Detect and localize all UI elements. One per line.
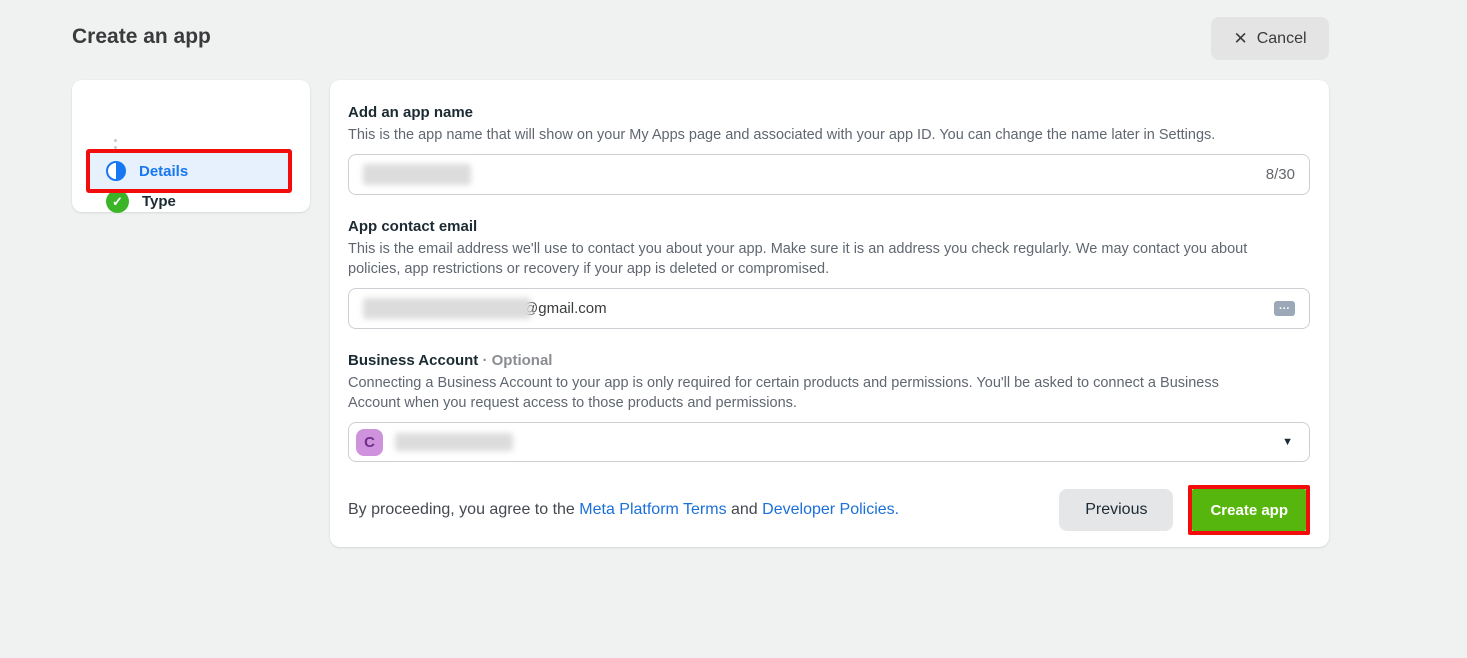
contact-email-description-line2: policies, app restrictions or recovery i…: [348, 259, 1310, 279]
create-app-button[interactable]: Create app: [1192, 489, 1306, 531]
steps-card: ✓ Type Details: [72, 80, 310, 212]
business-avatar: C: [356, 429, 383, 456]
business-account-label-text: Business Account: [348, 352, 478, 369]
redacted-business-name: [395, 433, 513, 451]
business-account-section: Business Account · Optional Connecting a…: [348, 352, 1310, 462]
form-footer: By proceeding, you agree to the Meta Pla…: [348, 485, 1310, 535]
step-details-label: Details: [139, 163, 188, 180]
contact-email-section: App contact email This is the email addr…: [348, 218, 1310, 329]
agreement-prefix: By proceeding, you agree to the: [348, 501, 579, 518]
autofill-extension-icon[interactable]: ···: [1274, 301, 1295, 316]
app-name-description: This is the app name that will show on y…: [348, 125, 1310, 145]
step-connector-dots: [114, 139, 117, 149]
business-account-label: Business Account · Optional: [348, 352, 1310, 369]
meta-platform-terms-link[interactable]: Meta Platform Terms: [579, 501, 726, 518]
agreement-middle: and: [727, 501, 763, 518]
business-account-description-line1: Connecting a Business Account to your ap…: [348, 373, 1310, 393]
char-counter: 8/30: [1266, 166, 1295, 183]
contact-email-label: App contact email: [348, 218, 1310, 235]
redacted-app-name-value: [363, 164, 471, 185]
optional-label: · Optional: [478, 352, 552, 369]
developer-policies-link[interactable]: Developer Policies.: [762, 501, 899, 518]
app-name-section: Add an app name This is the app name tha…: [348, 104, 1310, 195]
agreement-text: By proceeding, you agree to the Meta Pla…: [348, 501, 899, 519]
step-type-label: Type: [142, 193, 176, 210]
previous-button[interactable]: Previous: [1059, 489, 1173, 531]
app-name-label: Add an app name: [348, 104, 1310, 121]
cancel-button-label: Cancel: [1257, 30, 1307, 48]
create-app-annotation-box: Create app: [1188, 485, 1310, 535]
close-icon: ✕: [1233, 30, 1247, 47]
chevron-down-icon: ▼: [1282, 436, 1293, 448]
step-details[interactable]: Details: [86, 149, 292, 193]
check-circle-icon: ✓: [106, 190, 129, 213]
business-account-description-line2: Account when you request access to those…: [348, 393, 1310, 413]
contact-email-input[interactable]: @gmail.com ···: [348, 288, 1310, 329]
half-circle-progress-icon: [106, 161, 126, 181]
business-account-select[interactable]: C ▼: [348, 422, 1310, 462]
cancel-button[interactable]: ✕ Cancel: [1211, 17, 1329, 60]
email-domain-text: @gmail.com: [523, 300, 607, 317]
page-title: Create an app: [72, 25, 211, 49]
step-type[interactable]: ✓ Type: [106, 190, 176, 213]
app-name-input[interactable]: 8/30: [348, 154, 1310, 195]
details-form-card: Add an app name This is the app name tha…: [330, 80, 1329, 547]
footer-buttons: Previous Create app: [1059, 485, 1310, 535]
contact-email-description-line1: This is the email address we'll use to c…: [348, 239, 1310, 259]
redacted-email-value: [363, 298, 531, 319]
